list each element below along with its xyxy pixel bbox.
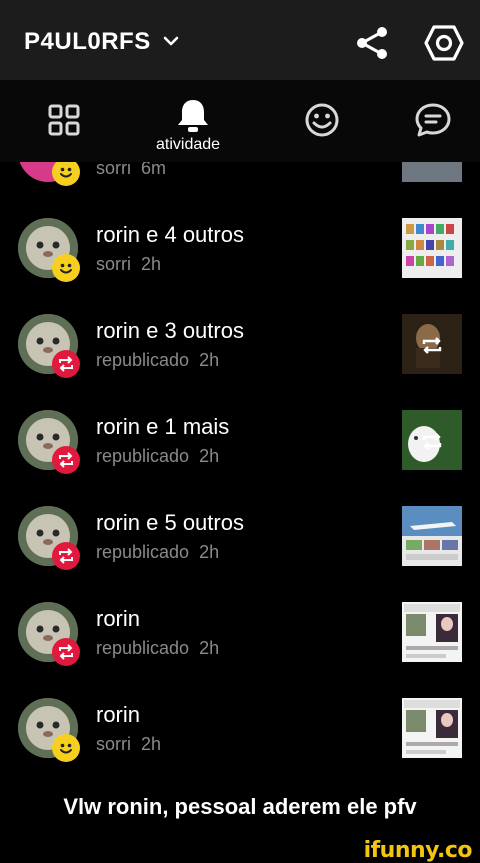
tab-activity-label[interactable]: atividade bbox=[156, 136, 220, 154]
activity-users: rorin e 1 mais bbox=[96, 414, 229, 440]
repost-badge-icon bbox=[52, 350, 80, 378]
post-thumbnail-image bbox=[402, 314, 462, 374]
smile-badge-icon bbox=[52, 734, 80, 762]
top-bar: P4UL0RFS bbox=[0, 0, 480, 80]
profile-username[interactable]: P4UL0RFS bbox=[24, 28, 151, 56]
activity-time: 2h bbox=[141, 734, 162, 754]
settings-hexagon-icon[interactable] bbox=[424, 24, 464, 62]
ifunny-watermark: ifunny.co bbox=[363, 838, 473, 863]
activity-username[interactable]: rorin bbox=[96, 222, 140, 247]
activity-text: republicado 2h bbox=[96, 446, 219, 467]
list-item[interactable]: sorri 6m bbox=[0, 162, 480, 218]
post-thumbnail[interactable] bbox=[402, 314, 462, 374]
meme-caption: Vlw ronin, pessoal aderem ele pfv bbox=[63, 794, 417, 819]
activity-username[interactable]: rorin bbox=[96, 606, 140, 631]
list-item[interactable]: rorin e 4 outros sorri 2h bbox=[0, 218, 480, 314]
activity-time: 2h bbox=[141, 254, 162, 274]
activity-username[interactable]: rorin bbox=[96, 702, 140, 727]
smile-badge-icon bbox=[52, 162, 80, 186]
activity-users: rorin bbox=[96, 702, 140, 728]
post-thumbnail[interactable] bbox=[402, 506, 462, 566]
list-item[interactable]: rorin republicado 2h bbox=[0, 602, 480, 698]
activity-users: rorin e 3 outros bbox=[96, 318, 244, 344]
activity-text: republicado 2h bbox=[96, 542, 219, 563]
activity-users: rorin bbox=[96, 606, 140, 632]
activity-text: sorri 2h bbox=[96, 734, 161, 755]
activity-action: republicado bbox=[96, 638, 190, 658]
activity-username[interactable]: rorin bbox=[96, 414, 140, 439]
post-thumbnail-image bbox=[402, 410, 462, 470]
tab-comments-icon[interactable] bbox=[414, 102, 452, 138]
activity-text: sorri 2h bbox=[96, 254, 161, 275]
activity-action: sorri bbox=[96, 734, 131, 754]
activity-text: sorri 6m bbox=[96, 162, 166, 179]
meme-caption-bar: Vlw ronin, pessoal aderem ele pfv bbox=[0, 774, 480, 840]
list-item[interactable]: rorin e 5 outros republicado 2h bbox=[0, 506, 480, 602]
activity-text: republicado 2h bbox=[96, 638, 219, 659]
post-thumbnail-image bbox=[402, 506, 462, 566]
activity-action: sorri bbox=[96, 254, 131, 274]
activity-time: 2h bbox=[199, 446, 220, 466]
smile-badge-icon bbox=[52, 254, 80, 282]
post-thumbnail[interactable] bbox=[402, 602, 462, 662]
share-icon[interactable] bbox=[354, 26, 390, 60]
post-thumbnail-image bbox=[402, 218, 462, 278]
activity-time: 2h bbox=[199, 638, 220, 658]
post-thumbnail[interactable] bbox=[402, 410, 462, 470]
profile-tabs: atividade bbox=[0, 80, 480, 162]
activity-action: republicado bbox=[96, 350, 190, 370]
post-thumbnail-image bbox=[402, 698, 462, 758]
activity-users: rorin e 4 outros bbox=[96, 222, 244, 248]
post-thumbnail[interactable] bbox=[402, 698, 462, 758]
activity-time: 2h bbox=[199, 350, 220, 370]
post-thumbnail-image bbox=[402, 602, 462, 662]
post-thumbnail[interactable] bbox=[402, 162, 462, 182]
list-item[interactable]: rorin sorri 2h bbox=[0, 698, 480, 774]
activity-others: e 3 outros bbox=[140, 318, 244, 343]
activity-username[interactable]: rorin bbox=[96, 318, 140, 343]
activity-action: republicado bbox=[96, 542, 190, 562]
activity-time: 6m bbox=[141, 162, 167, 178]
activity-others: e 4 outros bbox=[140, 222, 244, 247]
activity-others: e 5 outros bbox=[140, 510, 244, 535]
activity-action: republicado bbox=[96, 446, 190, 466]
activity-text: republicado 2h bbox=[96, 350, 219, 371]
activity-time: 2h bbox=[199, 542, 220, 562]
repost-badge-icon bbox=[52, 446, 80, 474]
activity-list: sorri 6m rorin e 4 outros sorri 2h rorin e… bbox=[0, 162, 480, 774]
activity-username[interactable]: rorin bbox=[96, 510, 140, 535]
list-item[interactable]: rorin e 3 outros republicado 2h bbox=[0, 314, 480, 410]
tab-activity-bell-icon[interactable] bbox=[176, 98, 210, 134]
repost-badge-icon bbox=[52, 542, 80, 570]
tab-grid-icon[interactable] bbox=[48, 104, 80, 136]
tab-smile-icon[interactable] bbox=[304, 102, 340, 138]
repost-badge-icon bbox=[52, 638, 80, 666]
activity-others: e 1 mais bbox=[140, 414, 230, 439]
post-thumbnail[interactable] bbox=[402, 218, 462, 278]
chevron-down-icon[interactable] bbox=[163, 36, 179, 46]
list-item[interactable]: rorin e 1 mais republicado 2h bbox=[0, 410, 480, 506]
activity-users: rorin e 5 outros bbox=[96, 510, 244, 536]
activity-action: sorri bbox=[96, 162, 131, 178]
